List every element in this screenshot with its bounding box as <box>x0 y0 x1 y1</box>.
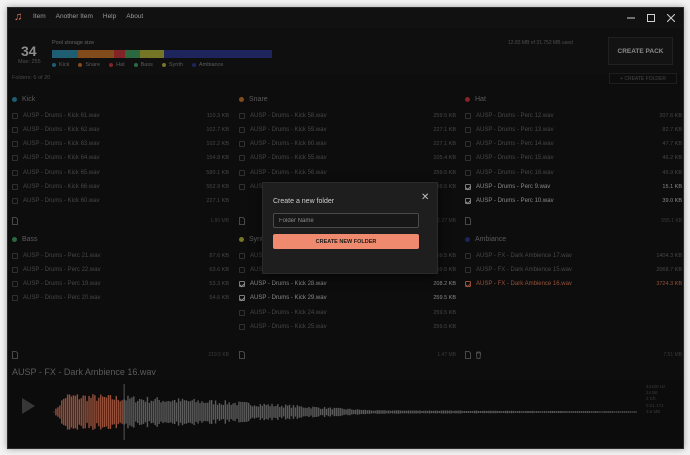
music-note-icon: ♫ <box>14 11 23 23</box>
menu-item[interactable]: About <box>126 13 143 20</box>
title-bar: ♫ Item Another Item Help About <box>8 8 683 28</box>
maximize-icon[interactable] <box>643 11 659 25</box>
close-icon[interactable]: ✕ <box>421 193 429 203</box>
app-window: ♫ Item Another Item Help About 34 Max: 2… <box>7 7 684 449</box>
create-new-folder-button[interactable]: CREATE NEW FOLDER <box>273 234 419 249</box>
menu-bar: Item Another Item Help About <box>33 13 143 20</box>
create-folder-dialog: Create a new folder ✕ CREATE NEW FOLDER <box>262 182 438 274</box>
folder-name-input[interactable] <box>273 213 419 228</box>
close-window-icon[interactable] <box>663 11 679 25</box>
minimize-icon[interactable] <box>623 11 639 25</box>
menu-item[interactable]: Item <box>33 13 46 20</box>
dialog-title: Create a new folder <box>273 198 335 205</box>
menu-item[interactable]: Another Item <box>56 13 93 20</box>
menu-item[interactable]: Help <box>103 13 116 20</box>
